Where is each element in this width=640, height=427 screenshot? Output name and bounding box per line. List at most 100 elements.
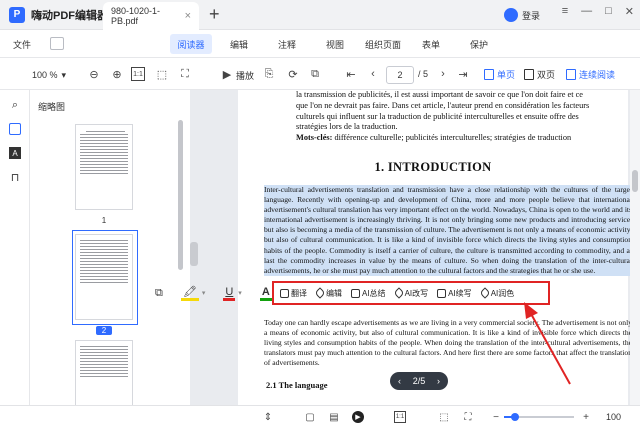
maximize-icon[interactable]: □ xyxy=(605,5,612,18)
keywords-line: Mots-clés: différence culturelle; public… xyxy=(296,133,612,144)
tab-annotate[interactable]: 注释 xyxy=(266,34,308,54)
zoom-out-icon[interactable]: ⊖ xyxy=(87,67,101,81)
thumbnail-page-3[interactable] xyxy=(75,340,133,410)
last-page-icon[interactable]: ⇥ xyxy=(456,67,470,81)
actual-size-icon[interactable]: 1:1 xyxy=(394,411,406,423)
translate-button[interactable]: 翻译 xyxy=(280,288,307,299)
rewrite-icon xyxy=(392,287,405,299)
fit-page-icon[interactable]: ⛶ xyxy=(178,67,192,81)
zoom-select[interactable]: 100 % ▾ xyxy=(28,67,70,83)
close-tab-icon[interactable]: × xyxy=(185,10,191,22)
app-logo-icon: P xyxy=(9,6,25,23)
close-window-icon[interactable]: ✕ xyxy=(625,5,634,18)
play-label[interactable]: 播放 xyxy=(236,69,254,82)
select-text-icon[interactable]: ⎘ xyxy=(262,67,276,81)
continuous-reading-button[interactable]: 连续阅读 xyxy=(566,68,615,81)
tab-view[interactable]: 视图 xyxy=(314,34,356,54)
minimize-icon[interactable]: — xyxy=(581,5,592,18)
menu-bar: 文件 阅读器 编辑 注释 视图 组织页面 表单 保护 xyxy=(0,30,640,58)
abstract-block: la transmission de publicités, il est au… xyxy=(296,90,612,144)
ai-polish-button[interactable]: AI润色 xyxy=(479,287,515,299)
document-scrollbar[interactable] xyxy=(630,90,640,405)
play-icon[interactable]: ▶ xyxy=(220,67,234,81)
document-tab[interactable]: 980-1020-1-PB.pdf × xyxy=(103,2,199,30)
menu-icon[interactable]: ≡ xyxy=(562,5,568,18)
login-button[interactable]: 登录 xyxy=(504,8,540,22)
translate-icon xyxy=(280,288,289,298)
single-page-button[interactable]: 单页 xyxy=(484,68,515,81)
edit-label: 编辑 xyxy=(326,288,342,298)
tab-edit[interactable]: 编辑 xyxy=(218,34,260,54)
ai-rewrite-button[interactable]: AI改写 xyxy=(392,287,428,299)
left-rail: ⌕ A ⊓ xyxy=(0,90,30,427)
bookmark-icon[interactable]: ⊓ xyxy=(9,171,21,184)
double-page-button[interactable]: 双页 xyxy=(524,68,555,81)
highlight-button[interactable]: 🖍 ▾ xyxy=(180,285,205,301)
text-icon[interactable]: A xyxy=(9,147,21,159)
copy-icon[interactable]: ⧉ xyxy=(155,287,163,300)
ai-polish-label: AI润色 xyxy=(490,288,515,298)
search-icon[interactable]: ⌕ xyxy=(9,99,21,111)
reader-toolbar: 100 % ▾ ⊖ ⊕ 1:1 ⬚ ⛶ ▶ 播放 ⎘ ⟳ ⧉ ⇤ ‹ 2 / 5… xyxy=(0,58,640,90)
zoom-value: 100 % xyxy=(32,70,58,80)
ai-toolbar: 翻译 编辑 AI总结 AI改写 AI续写 AI润色 xyxy=(272,281,550,305)
tab-form[interactable]: 表单 xyxy=(410,34,452,54)
keywords-label: Mots-clés: xyxy=(296,133,333,143)
zoom-slider[interactable] xyxy=(504,413,574,421)
continuous-reading-label: 连续阅读 xyxy=(579,70,616,80)
single-page-label: 单页 xyxy=(497,70,516,80)
document-scrollbar-thumb[interactable] xyxy=(632,170,638,192)
login-label: 登录 xyxy=(522,10,541,21)
play-icon[interactable]: ▶ xyxy=(352,411,364,423)
zoom-in-icon[interactable]: ⊕ xyxy=(110,67,124,81)
ai-continue-button[interactable]: AI续写 xyxy=(437,288,472,299)
actual-size-icon[interactable]: 1:1 xyxy=(131,67,145,81)
thumbnails-icon[interactable] xyxy=(9,123,21,135)
translate-label: 翻译 xyxy=(291,288,307,298)
next-page-button[interactable]: › xyxy=(437,376,440,386)
zoom-value: 100 xyxy=(606,412,622,422)
thumbnail-scrollbar[interactable] xyxy=(178,120,183,270)
underline-button[interactable]: U ▾ xyxy=(223,286,242,301)
screenshot-icon[interactable]: ⧉ xyxy=(308,67,322,81)
tab-protect[interactable]: 保护 xyxy=(458,34,500,54)
selected-paragraph[interactable]: Inter-cultural advertisements translatio… xyxy=(264,185,630,276)
tab-organize-pages[interactable]: 组织页面 xyxy=(362,34,404,54)
panel-collapse-handle[interactable] xyxy=(190,242,198,266)
fit-height-icon[interactable]: ⇕ xyxy=(262,411,274,423)
status-bar: ⇕ ▢ ▤ ▶ 1:1 ⬚ ⛶ − + 100 xyxy=(0,405,640,427)
prev-page-button[interactable]: ‹ xyxy=(398,376,401,386)
thumbnail-page-2[interactable] xyxy=(75,234,133,320)
abstract-line: stratégies lors de la traduction. xyxy=(296,122,398,132)
first-page-icon[interactable]: ⇤ xyxy=(344,67,358,81)
save-icon[interactable] xyxy=(50,37,64,50)
ai-summary-button[interactable]: AI总结 xyxy=(351,288,386,299)
ai-summary-label: AI总结 xyxy=(362,288,386,298)
edit-button[interactable]: 编辑 xyxy=(314,287,342,299)
new-tab-button[interactable]: + xyxy=(209,4,220,25)
continue-icon xyxy=(437,288,447,298)
zoom-in-icon[interactable]: + xyxy=(580,411,592,423)
zoom-slider-knob[interactable] xyxy=(511,413,519,421)
tab-reader[interactable]: 阅读器 xyxy=(170,34,212,54)
thumbnail-number: 1 xyxy=(101,216,107,225)
thumbnail-number-selected: 2 xyxy=(96,326,112,335)
page-number-input[interactable]: 2 xyxy=(386,66,414,84)
subsection-heading: 2.1 The language xyxy=(266,380,328,390)
zoom-out-icon[interactable]: − xyxy=(490,411,502,423)
thumbnail-page-1[interactable] xyxy=(75,124,133,210)
rotate-icon[interactable]: ⟳ xyxy=(286,67,300,81)
fit-page-icon[interactable]: ⬚ xyxy=(438,411,450,423)
page-icon[interactable]: ▤ xyxy=(328,411,340,423)
next-page-icon[interactable]: › xyxy=(436,67,450,81)
fit-width-icon[interactable]: ⬚ xyxy=(155,67,169,81)
prev-page-icon[interactable]: ▢ xyxy=(304,411,316,423)
prev-page-icon[interactable]: ‹ xyxy=(366,67,380,81)
ai-continue-label: AI续写 xyxy=(448,288,472,298)
document-tab-title: 980-1020-1-PB.pdf xyxy=(111,6,161,26)
text-format-bar: ⧉ 🖍 ▾ U ▾ A ▾ xyxy=(155,283,278,303)
polish-icon xyxy=(479,287,491,299)
fit-width-icon[interactable]: ⛶ xyxy=(462,411,474,423)
file-menu[interactable]: 文件 xyxy=(13,38,31,51)
window-controls: ≡ — □ ✕ xyxy=(562,5,634,18)
